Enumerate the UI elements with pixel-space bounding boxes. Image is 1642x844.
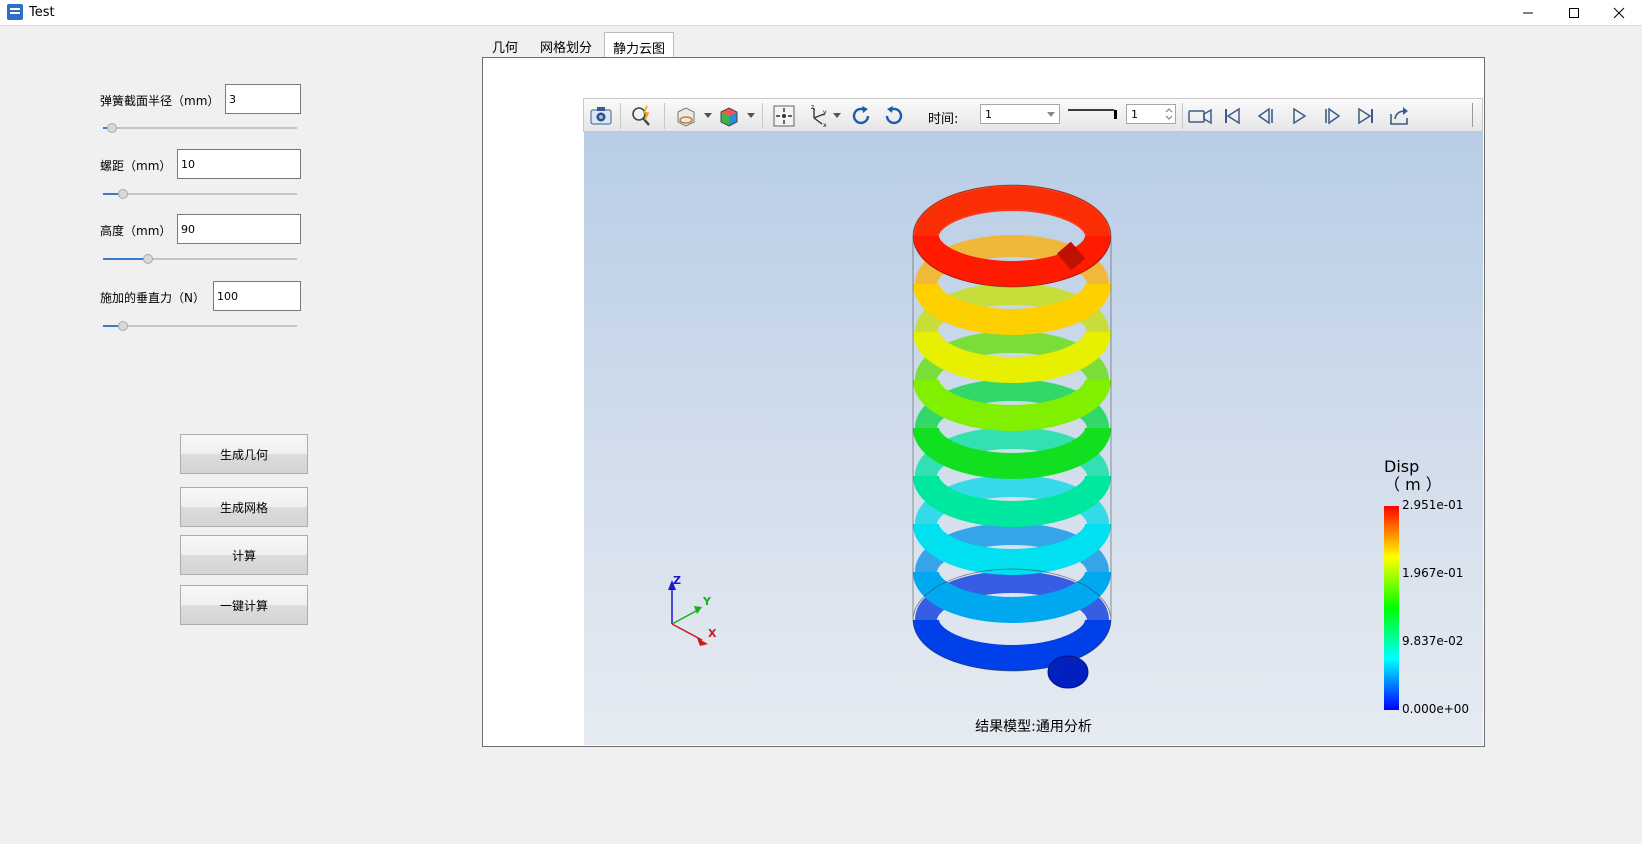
result-model-label: 结果模型:通用分析	[975, 719, 1092, 735]
legend-title: Disp （ m ）	[1384, 458, 1442, 494]
rotate-ccw-icon[interactable]	[882, 104, 906, 128]
close-icon	[1613, 7, 1625, 19]
title-bar: Test	[0, 0, 1642, 26]
fit-view-icon[interactable]	[772, 104, 796, 128]
minimize-button[interactable]	[1505, 0, 1551, 26]
time-label: 时间:	[928, 112, 959, 127]
last-frame-icon[interactable]	[1354, 104, 1378, 128]
color-cube-icon[interactable]	[717, 104, 741, 128]
generate-geometry-button[interactable]: 生成几何	[180, 434, 308, 474]
slider-thumb[interactable]	[107, 123, 117, 133]
legend-max-value: 2.951e-01	[1402, 498, 1464, 512]
minimize-icon	[1523, 12, 1533, 14]
spring-radius-input[interactable]: 3	[225, 84, 301, 114]
camera-icon[interactable]	[589, 104, 613, 128]
slider-thumb[interactable]	[143, 254, 153, 264]
record-icon[interactable]	[1186, 104, 1214, 128]
axis-x-label: X	[708, 627, 717, 640]
pitch-slider[interactable]	[103, 188, 297, 200]
pitch-input[interactable]: 10	[177, 149, 301, 179]
tab-meshing[interactable]: 网格划分	[531, 32, 601, 57]
spring-contour-render	[668, 184, 1112, 689]
slider-thumb[interactable]	[118, 189, 128, 199]
spin-arrows-icon[interactable]	[1165, 107, 1173, 121]
legend-title-quantity: Disp	[1384, 457, 1420, 476]
frame-value: 1	[1131, 108, 1138, 121]
legend-value-3: 9.837e-02	[1402, 634, 1464, 648]
axis-z-label: Z	[673, 574, 681, 587]
app-icon	[7, 4, 23, 20]
spring-radius-label: 弹簧截面半径（mm）	[100, 94, 220, 108]
time-select[interactable]: 1	[980, 104, 1060, 124]
toolbar-overflow-handle[interactable]	[1472, 103, 1480, 127]
tab-geometry[interactable]: 几何	[483, 32, 527, 57]
3d-viewport[interactable]: Z Y X Disp （ m ） 2.951e-01 1.967e-01 9.8…	[584, 132, 1483, 745]
export-icon[interactable]	[1387, 104, 1411, 128]
first-frame-icon[interactable]	[1220, 104, 1244, 128]
chevron-down-icon	[1047, 112, 1055, 117]
maximize-button[interactable]	[1551, 0, 1597, 26]
chevron-down-icon[interactable]	[833, 113, 841, 118]
height-input[interactable]: 90	[177, 214, 301, 244]
window-title: Test	[29, 5, 55, 20]
axis-y-label: Y	[703, 595, 711, 608]
svg-text:x: x	[823, 122, 827, 128]
display-mode-icon[interactable]	[674, 104, 698, 128]
force-input[interactable]: 100	[213, 281, 301, 311]
force-slider[interactable]	[103, 320, 297, 332]
prev-frame-icon[interactable]	[1254, 104, 1278, 128]
chevron-down-icon[interactable]	[747, 113, 755, 118]
height-label: 高度（mm）	[100, 224, 172, 238]
compute-button[interactable]: 计算	[180, 535, 308, 575]
legend-color-bar	[1384, 506, 1399, 710]
close-button[interactable]	[1596, 0, 1642, 26]
legend-min-value: 0.000e+00	[1402, 702, 1470, 716]
coil-end-cap	[1047, 655, 1089, 689]
svg-text:z: z	[811, 104, 814, 111]
svg-text:y: y	[823, 109, 827, 116]
frame-slider[interactable]	[1064, 105, 1122, 121]
height-slider[interactable]	[103, 253, 297, 265]
spring-radius-slider[interactable]	[103, 122, 297, 134]
chevron-down-icon[interactable]	[704, 113, 712, 118]
generate-mesh-button[interactable]: 生成网格	[180, 487, 308, 527]
tab-static-contour[interactable]: 静力云图	[604, 32, 674, 57]
slider-thumb[interactable]	[118, 321, 128, 331]
maximize-icon	[1569, 8, 1579, 18]
frame-spinbox[interactable]: 1	[1126, 104, 1176, 124]
axis-triad	[668, 580, 708, 646]
zoom-icon[interactable]	[630, 104, 654, 128]
play-icon[interactable]	[1287, 104, 1311, 128]
force-label: 施加的垂直力（N）	[100, 291, 205, 305]
legend-title-unit: （ m ）	[1384, 475, 1442, 494]
post-toolbar: z yx 时间: 1 1	[583, 98, 1483, 132]
legend-value-2: 1.967e-01	[1402, 566, 1464, 580]
time-select-value: 1	[985, 108, 992, 121]
rotate-cw-icon[interactable]	[849, 104, 873, 128]
pitch-label: 螺距（mm）	[100, 159, 172, 173]
axis-view-icon[interactable]: z yx	[806, 104, 830, 128]
next-frame-icon[interactable]	[1320, 104, 1344, 128]
one-click-compute-button[interactable]: 一键计算	[180, 585, 308, 625]
